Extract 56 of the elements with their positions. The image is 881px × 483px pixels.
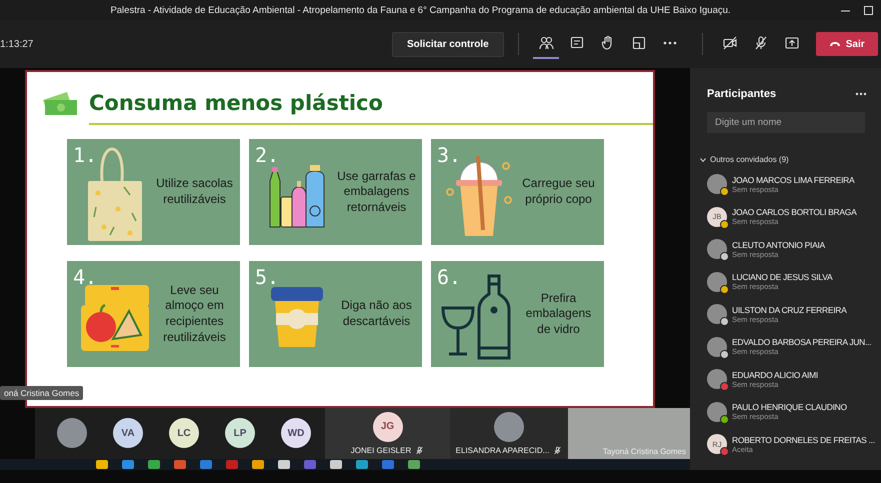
avatar-initials: VA: [113, 418, 143, 448]
participant-name: UILSTON DA CRUZ FERREIRA: [732, 304, 846, 315]
tip-number: 1.: [73, 143, 98, 167]
maximize-icon[interactable]: [864, 6, 873, 14]
taskbar-icon[interactable]: [278, 460, 290, 469]
taskbar-icon[interactable]: [330, 460, 342, 469]
participant-name: JONEI GEISLER: [350, 446, 412, 455]
participant-tile[interactable]: ELISANDRA APARECID...: [450, 408, 568, 459]
taskbar-icon[interactable]: [96, 460, 108, 469]
request-control-button[interactable]: Solicitar controle: [392, 32, 504, 56]
participant-tile[interactable]: JG JONEI GEISLER: [325, 408, 450, 459]
more-icon[interactable]: [855, 92, 867, 96]
slide-title: Consuma menos plástico: [89, 91, 383, 115]
taskbar-icon[interactable]: [122, 460, 134, 469]
tip-text: Utilize sacolas reutilizáveis: [155, 176, 234, 208]
participant-name: CLEUTO ANTONIO PIAIA: [732, 240, 825, 250]
taskbar-icon[interactable]: [148, 460, 160, 469]
participant-name: PAULO HENRIQUE CLAUDINO: [732, 402, 847, 412]
tip-text: Diga não aos descartáveis: [340, 298, 413, 330]
group-header[interactable]: Outros convidados (9): [700, 155, 789, 164]
taskbar-icon[interactable]: [252, 460, 264, 469]
coffee-cup-drawing: [269, 285, 325, 349]
leave-button[interactable]: Sair: [816, 32, 878, 56]
participant-name: EDUARDO ALICIO AIMI: [732, 370, 818, 380]
banknotes-icon: [41, 90, 79, 116]
phone-hangup-icon: [828, 41, 841, 47]
participant-name: Tayoná Cristina Gomes: [602, 446, 686, 456]
tip-text: Leve seu almoço em recipientes reutilizáveis: [162, 282, 227, 346]
tip-number: 6.: [437, 265, 462, 289]
avatar-initials: LP: [225, 418, 255, 448]
tip-text: Use garrafas e embalagens retornáveis: [337, 168, 417, 216]
avatar-initials: WD: [281, 418, 311, 448]
panel-title: Participantes: [707, 88, 776, 100]
taskbar-icon[interactable]: [356, 460, 368, 469]
chevron-icon: [700, 158, 706, 162]
meeting-timer: 1:13:27: [0, 38, 34, 50]
participant-name: JOAO CARLOS BORTOLI BRAGA: [732, 207, 856, 218]
taskbar-icon[interactable]: [408, 460, 420, 469]
presenter-name-tag: oná Cristina Gomes: [0, 386, 84, 400]
tip-text: Carregue seu próprio copo: [521, 176, 596, 208]
search-field[interactable]: Digite um nome: [707, 112, 865, 133]
avatar-initials: LC: [169, 418, 199, 448]
avatar-photo: [494, 412, 524, 442]
tip-number: 2.: [255, 143, 280, 167]
participant-name: ROBERTO DORNELES DE FREITAS ...: [732, 434, 875, 445]
participant-name: EDVALDO BARBOSA PEREIRA JUN...: [732, 337, 872, 348]
tip-number: 3.: [437, 143, 462, 167]
participant-name: LUCIANO DE JESUS SILVA: [732, 272, 832, 282]
window-title: Palestra - Atividade de Educação Ambiental - Atropelamento da Fauna e 6° Campanha do Programa de educação ambiental da UHE Baixo Iguaçu.: [109, 4, 732, 16]
participant-name: JOAO MARCOS LIMA FERREIRA: [732, 174, 854, 185]
participant-name: ELISANDRA APARECID...: [456, 446, 550, 455]
avatar-photo: [57, 418, 87, 448]
tip-number: 5.: [255, 265, 280, 289]
tip-text: Prefira embalagens de vidro: [524, 290, 592, 338]
tip-number: 4.: [73, 265, 98, 289]
avatar-initials: JG: [372, 412, 402, 442]
